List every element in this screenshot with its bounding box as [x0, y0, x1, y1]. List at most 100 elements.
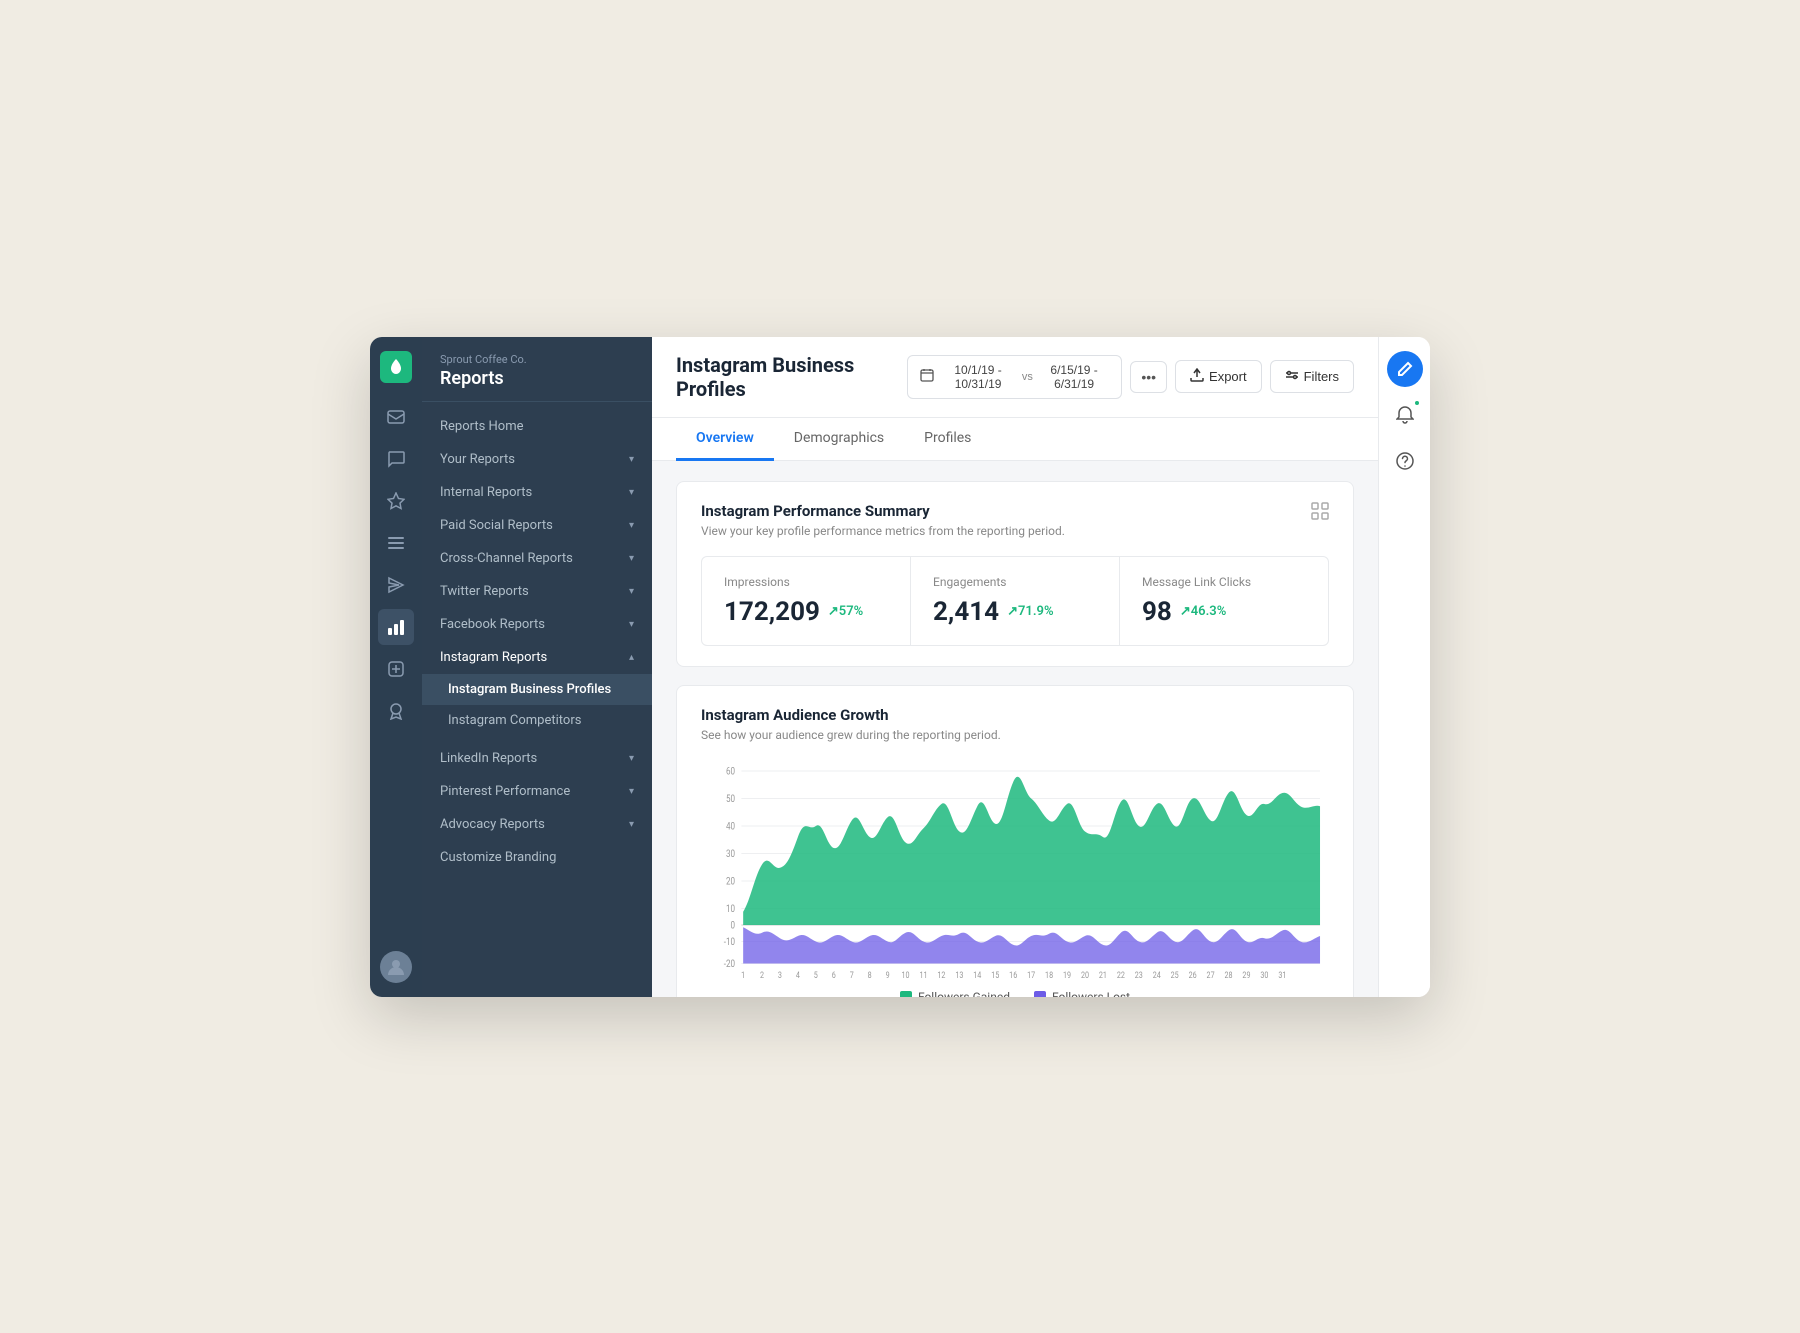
sidebar-item-cross-channel-reports[interactable]: Cross-Channel Reports ▾ [422, 542, 652, 575]
filters-button[interactable]: Filters [1270, 360, 1354, 393]
sidebar-item-label: Paid Social Reports [440, 518, 553, 533]
metric-engagements-change: ↗71.9% [1007, 604, 1053, 619]
sidebar-item-advocacy-reports[interactable]: Advocacy Reports ▾ [422, 808, 652, 841]
sidebar-item-facebook-reports[interactable]: Facebook Reports ▾ [422, 608, 652, 641]
svg-text:25: 25 [1171, 970, 1179, 980]
rail-icon-list[interactable] [378, 525, 414, 561]
notification-badge [1413, 399, 1421, 407]
performance-summary-card: Instagram Performance Summary View your … [676, 481, 1354, 667]
tabs-bar: Overview Demographics Profiles [652, 418, 1378, 461]
sidebar-item-instagram-competitors[interactable]: Instagram Competitors [422, 705, 652, 736]
audience-growth-card: Instagram Audience Growth See how your a… [676, 685, 1354, 997]
card-header-row: Instagram Performance Summary View your … [701, 502, 1329, 556]
svg-text:22: 22 [1117, 970, 1125, 980]
more-options-button[interactable]: ••• [1130, 361, 1167, 393]
export-icon [1190, 368, 1204, 385]
sidebar-header: Sprout Coffee Co. Reports [422, 337, 652, 402]
svg-text:27: 27 [1207, 970, 1215, 980]
svg-text:-10: -10 [724, 937, 735, 948]
svg-text:16: 16 [1009, 970, 1017, 980]
more-icon: ••• [1141, 369, 1156, 385]
audience-growth-subtitle: See how your audience grew during the re… [701, 728, 1329, 742]
sidebar-item-your-reports[interactable]: Your Reports ▾ [422, 443, 652, 476]
svg-text:8: 8 [868, 970, 872, 980]
sidebar-item-instagram-business-profiles[interactable]: Instagram Business Profiles [422, 674, 652, 705]
tab-profiles[interactable]: Profiles [904, 418, 991, 461]
svg-text:14: 14 [973, 970, 981, 980]
compose-button[interactable] [1387, 351, 1423, 387]
metric-impressions-value: 172,209 ↗57% [724, 597, 888, 627]
export-button[interactable]: Export [1175, 360, 1262, 393]
user-avatar[interactable] [380, 951, 412, 983]
sidebar-nav: Reports Home Your Reports ▾ Internal Rep… [422, 402, 652, 882]
svg-text:26: 26 [1189, 970, 1197, 980]
rail-icon-award[interactable] [378, 693, 414, 729]
metric-link-clicks-label: Message Link Clicks [1142, 575, 1306, 589]
chevron-down-icon: ▾ [629, 619, 634, 630]
sidebar-item-pinterest-performance[interactable]: Pinterest Performance ▾ [422, 775, 652, 808]
sidebar-item-label: Twitter Reports [440, 584, 529, 599]
right-rail [1378, 337, 1430, 997]
calendar-icon [920, 368, 934, 385]
svg-text:40: 40 [726, 821, 735, 832]
tab-overview[interactable]: Overview [676, 418, 774, 461]
metric-impressions-label: Impressions [724, 575, 888, 589]
sidebar-item-paid-social-reports[interactable]: Paid Social Reports ▾ [422, 509, 652, 542]
date-range-value: 10/1/19 - 10/31/19 [940, 363, 1016, 391]
header-actions: 10/1/19 - 10/31/19 vs 6/15/19 - 6/31/19 … [907, 355, 1354, 399]
metric-link-clicks: Message Link Clicks 98 ↗46.3% [1120, 557, 1328, 645]
sidebar-item-label: Facebook Reports [440, 617, 545, 632]
main-content: Instagram Business Profiles 10/1/19 - 10… [652, 337, 1378, 997]
metric-impressions-change: ↗57% [828, 604, 863, 619]
help-button[interactable] [1387, 443, 1423, 479]
sidebar-item-reports-home[interactable]: Reports Home [422, 410, 652, 443]
legend-dot-lost [1034, 991, 1046, 997]
svg-text:30: 30 [726, 849, 735, 860]
audience-growth-title: Instagram Audience Growth [701, 706, 1329, 724]
svg-text:28: 28 [1224, 970, 1232, 980]
content-body: Instagram Performance Summary View your … [652, 461, 1378, 997]
svg-text:19: 19 [1063, 970, 1071, 980]
rail-icon-messages[interactable] [378, 441, 414, 477]
rail-icon-badge[interactable] [378, 651, 414, 687]
svg-text:10: 10 [902, 970, 910, 980]
svg-text:4: 4 [796, 970, 800, 980]
rail-icon-star[interactable] [378, 483, 414, 519]
svg-text:18: 18 [1045, 970, 1053, 980]
svg-text:50: 50 [726, 794, 735, 805]
sidebar-title: Reports [440, 368, 634, 389]
svg-text:2: 2 [760, 970, 764, 980]
compare-range-value: 6/15/19 - 6/31/19 [1039, 363, 1109, 391]
sidebar: Sprout Coffee Co. Reports Reports Home Y… [422, 337, 652, 997]
rail-icon-send[interactable] [378, 567, 414, 603]
chevron-down-icon: ▾ [629, 553, 634, 564]
svg-text:11: 11 [919, 970, 927, 980]
chevron-down-icon: ▾ [629, 586, 634, 597]
sidebar-item-label: Reports Home [440, 419, 524, 434]
tab-demographics[interactable]: Demographics [774, 418, 904, 461]
grid-icon[interactable] [1311, 502, 1329, 524]
app-logo[interactable] [380, 351, 412, 383]
audience-growth-chart: 60 50 40 30 20 10 0 -10 -20 [701, 760, 1329, 980]
rail-icon-inbox[interactable] [378, 399, 414, 435]
chart-legend: Followers Gained Followers Lost [701, 990, 1329, 997]
sidebar-item-twitter-reports[interactable]: Twitter Reports ▾ [422, 575, 652, 608]
svg-text:30: 30 [1260, 970, 1268, 980]
metric-impressions: Impressions 172,209 ↗57% [702, 557, 910, 645]
notifications-button[interactable] [1387, 397, 1423, 433]
sidebar-item-instagram-reports[interactable]: Instagram Reports ▴ [422, 641, 652, 674]
svg-text:31: 31 [1278, 970, 1286, 980]
svg-text:1: 1 [741, 970, 745, 980]
rail-icon-reports[interactable] [378, 609, 414, 645]
chevron-down-icon: ▾ [629, 819, 634, 830]
svg-text:10: 10 [726, 904, 735, 915]
sidebar-item-internal-reports[interactable]: Internal Reports ▾ [422, 476, 652, 509]
chevron-down-icon: ▾ [629, 487, 634, 498]
chevron-down-icon: ▾ [629, 454, 634, 465]
sidebar-item-customize-branding[interactable]: Customize Branding [422, 841, 652, 874]
filters-icon [1285, 368, 1299, 385]
date-range-button[interactable]: 10/1/19 - 10/31/19 vs 6/15/19 - 6/31/19 [907, 355, 1122, 399]
sidebar-item-linkedin-reports[interactable]: LinkedIn Reports ▾ [422, 742, 652, 775]
svg-text:0: 0 [731, 920, 736, 931]
sidebar-item-label: LinkedIn Reports [440, 751, 537, 766]
